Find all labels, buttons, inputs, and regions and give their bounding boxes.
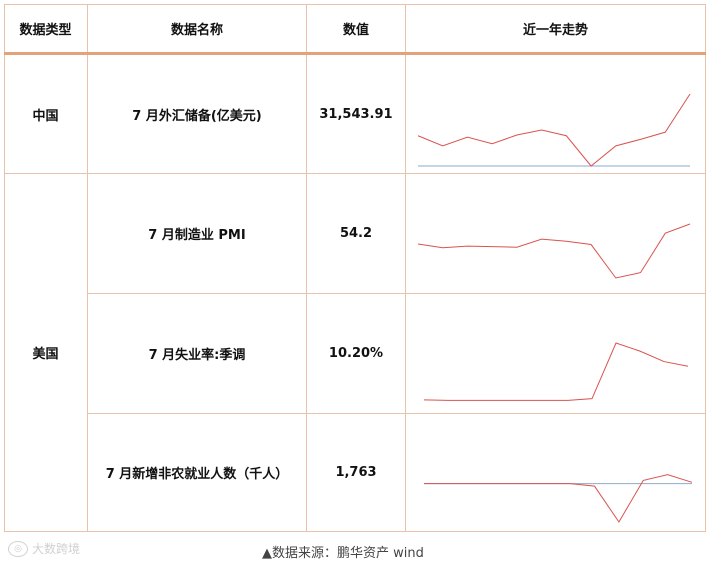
logo-icon: ◎ (8, 540, 28, 557)
category-china: 中国 (32, 108, 59, 124)
sparkline-chart (423, 342, 689, 401)
sparkline-chart (417, 223, 691, 279)
trend-line (424, 474, 693, 523)
row-value: 31,543.91 (319, 106, 393, 122)
table-border-right (705, 4, 706, 532)
sparkline-chart (417, 93, 691, 167)
header-trend: 近一年走势 (522, 22, 588, 38)
sparkline-svg (417, 93, 691, 167)
header-type: 数据类型 (19, 22, 72, 38)
category-usa: 美国 (32, 347, 59, 362)
row-name: 7 月制造业 PMI (148, 228, 246, 243)
row-value: 1,763 (335, 465, 377, 480)
header-value: 数值 (342, 22, 369, 38)
sparkline-svg (423, 342, 689, 401)
trend-line (417, 223, 691, 279)
row-value: 10.20% (328, 346, 384, 361)
trend-line (417, 93, 691, 167)
data-table: 数据类型 数据名称 数值 近一年走势 中国 美国 7 月外汇储备(亿美元) 31… (4, 4, 706, 532)
sparkline-chart (424, 458, 693, 523)
column-divider (405, 4, 406, 532)
row-value: 54.2 (339, 226, 373, 241)
row-name: 7 月失业率:季调 (148, 348, 246, 363)
watermark-logo: ◎ 大数跨境 (8, 540, 80, 557)
trend-line (423, 342, 689, 401)
sparkline-svg (417, 223, 691, 279)
logo-text: 大数跨境 (32, 542, 81, 556)
row-name: 7 月新增非农就业人数（千人） (105, 467, 289, 482)
row-name: 7 月外汇储备(亿美元) (132, 108, 262, 124)
sparkline-svg (424, 474, 693, 523)
header-name: 数据名称 (170, 22, 223, 38)
table-border-bottom (4, 531, 706, 532)
data-source: ▲数据来源：鹏华资产 wind (262, 546, 424, 561)
